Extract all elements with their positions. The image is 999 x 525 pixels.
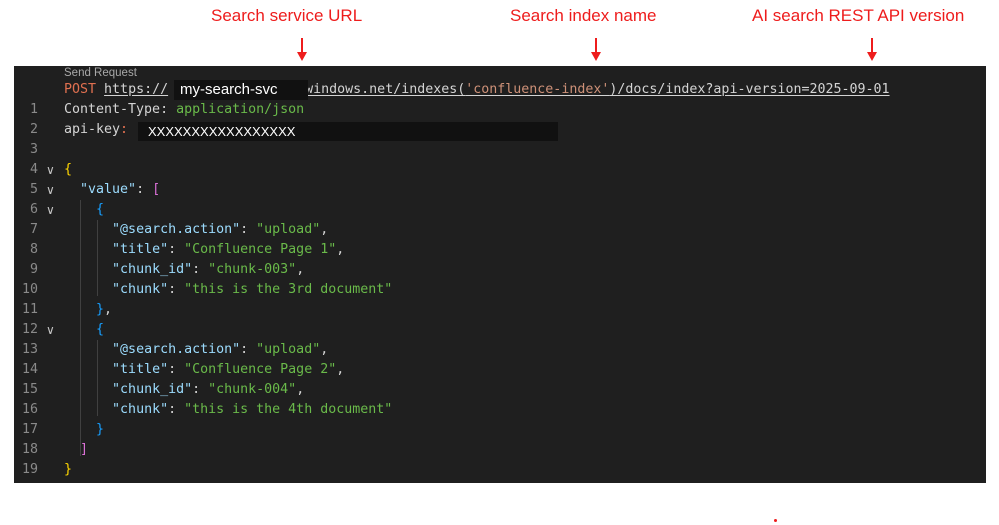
code-line: 14 "@search.action": "upload", xyxy=(14,340,986,377)
chevron-down-icon[interactable]: ∨ xyxy=(46,200,55,220)
annotation-api-version: AI search REST API version xyxy=(752,6,965,25)
chevron-down-icon[interactable]: ∨ xyxy=(46,160,55,180)
code-line: 20 } xyxy=(14,460,986,483)
header-key: api-key xyxy=(64,122,121,137)
decorative-dot xyxy=(774,519,777,522)
annotation-search-index-name: Search index name xyxy=(510,6,657,25)
code-line: 9 "title": "Confluence Page 1", xyxy=(14,240,986,277)
code-editor[interactable]: Send Request 1 POST https://.search.wind… xyxy=(14,66,986,483)
down-arrow-icon xyxy=(591,38,601,61)
code-line: 11 "chunk": "this is the 3rd document" xyxy=(14,280,986,317)
annotation-search-service-url: Search service URL xyxy=(211,6,363,25)
down-arrow-icon xyxy=(867,38,877,61)
down-arrow-icon xyxy=(297,38,307,61)
code-line: 15 "title": "Confluence Page 2", xyxy=(14,360,986,397)
code-line: 17 "chunk": "this is the 4th document" xyxy=(14,400,986,437)
code-line: 10 "chunk_id": "chunk-003", xyxy=(14,260,986,297)
code-line: 6 ∨ "value": [ xyxy=(14,180,986,217)
http-method: POST xyxy=(64,82,97,97)
send-request-link[interactable]: Send Request xyxy=(64,66,137,81)
api-key-value: XXXXXXXXXXXXXXXXX xyxy=(138,122,558,141)
header-value: application/json xyxy=(176,102,305,117)
code-line: 13 ∨ { xyxy=(14,320,986,357)
search-service-name: my-search-svc xyxy=(174,80,308,100)
code-line: 7 ∨ { xyxy=(14,200,986,237)
chevron-down-icon[interactable]: ∨ xyxy=(46,180,55,200)
json-key: "value" xyxy=(80,182,137,197)
line-number: 20 xyxy=(14,480,38,483)
code-line: 2 Content-Type: application/json xyxy=(14,100,986,137)
chevron-down-icon[interactable]: ∨ xyxy=(46,320,55,340)
code-line: 8 "@search.action": "upload", xyxy=(14,220,986,257)
code-line: 18 } xyxy=(14,420,986,457)
code-line: 1 POST https://.search.windows.net/index… xyxy=(14,80,986,117)
code-line: 16 "chunk_id": "chunk-004", xyxy=(14,380,986,417)
code-line: 5 ∨ { xyxy=(14,160,986,197)
code-line: 4 xyxy=(14,140,986,177)
code-line: 19 ] xyxy=(14,440,986,477)
code-line: 12 }, xyxy=(14,300,986,337)
header-key: Content-Type xyxy=(64,102,161,117)
